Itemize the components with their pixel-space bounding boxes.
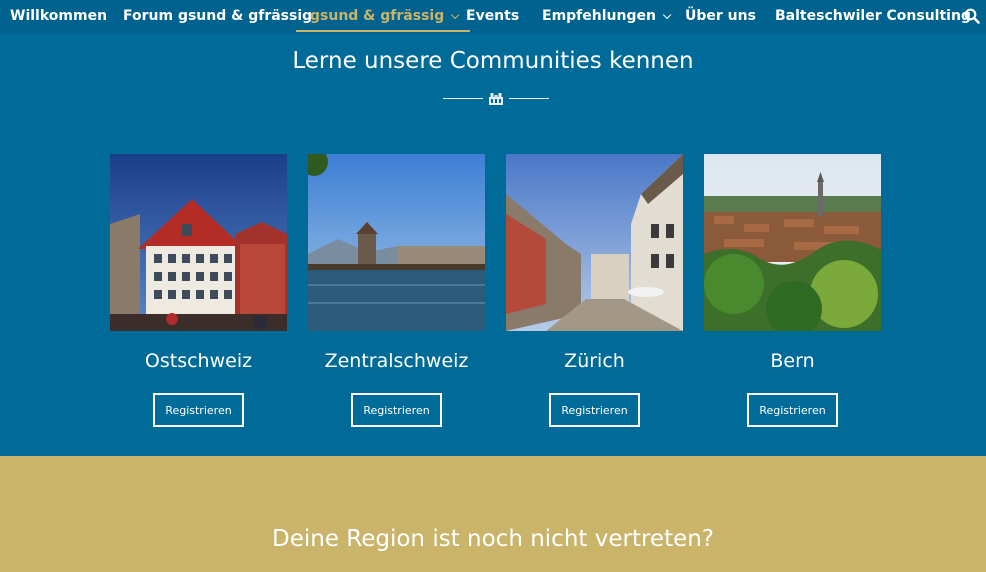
cta-title: Deine Region ist noch nicht vertreten? [271, 526, 715, 552]
register-button-zentralschweiz[interactable]: Registrieren [351, 393, 442, 427]
section-title: Lerne unsere Communities kennen [292, 48, 694, 74]
title-divider [443, 92, 549, 106]
nav-item-label: Empfehlungen [542, 8, 656, 24]
divider-line [443, 98, 483, 99]
community-name: Zentralschweiz [324, 350, 469, 372]
search-icon[interactable] [964, 8, 980, 24]
community-card-zentralschweiz: Zentralschweiz Registrieren [308, 154, 485, 427]
nav-item-willkommen[interactable]: Willkommen [10, 0, 107, 32]
community-image[interactable] [110, 154, 287, 331]
nav-item-events[interactable]: Events [466, 0, 519, 32]
cta-section [0, 456, 986, 572]
nav-item-ueber-uns[interactable]: Über uns [685, 0, 756, 32]
divider-line [509, 98, 549, 99]
community-name: Ostschweiz [144, 350, 253, 372]
top-navigation: Willkommen Forum gsund & gfrässig gsund … [0, 0, 986, 34]
building-icon [489, 93, 503, 105]
community-image[interactable] [308, 154, 485, 331]
community-card-ostschweiz: Ostschweiz Registrieren [110, 154, 287, 427]
nav-item-gsund-gfraessig[interactable]: gsund & gfrässig [296, 0, 471, 32]
nav-item-empfehlungen[interactable]: Empfehlungen [542, 0, 672, 32]
nav-item-label: gsund & gfrässig [310, 8, 445, 24]
nav-item-forum[interactable]: Forum gsund & gfrässig [123, 0, 312, 32]
community-name: Bern [770, 350, 815, 372]
register-button-bern[interactable]: Registrieren [747, 393, 838, 427]
chevron-down-icon [451, 10, 460, 20]
community-image[interactable] [704, 154, 881, 331]
community-name: Zürich [564, 350, 625, 372]
register-button-zuerich[interactable]: Registrieren [549, 393, 640, 427]
chevron-down-icon [662, 10, 672, 20]
register-button-ostschweiz[interactable]: Registrieren [153, 393, 244, 427]
community-card-zuerich: Zürich Registrieren [506, 154, 683, 427]
community-card-bern: Bern Registrieren [704, 154, 881, 427]
nav-item-balteschwiler-consulting[interactable]: Balteschwiler Consulting [775, 0, 971, 32]
community-image[interactable] [506, 154, 683, 331]
